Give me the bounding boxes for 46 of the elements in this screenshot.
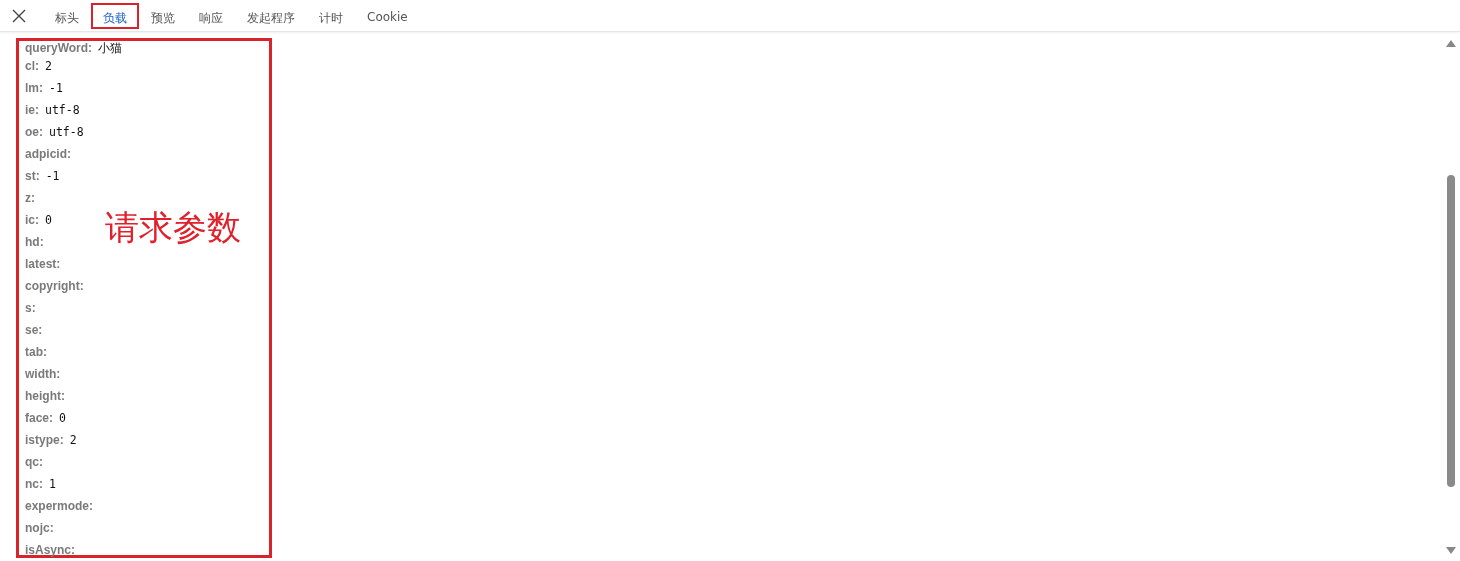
param-name: face: bbox=[25, 411, 53, 425]
param-name: st: bbox=[25, 169, 40, 183]
param-value: utf-8 bbox=[45, 103, 80, 117]
tab[interactable]: 负载 bbox=[91, 2, 139, 29]
annotation-label: 请求参数 bbox=[105, 207, 241, 247]
param-name: tab: bbox=[25, 345, 47, 359]
tab[interactable]: 标头 bbox=[43, 2, 91, 29]
param-name: hd: bbox=[25, 235, 44, 249]
tab[interactable]: 预览 bbox=[139, 2, 187, 29]
scroll-down-icon[interactable] bbox=[1446, 547, 1456, 554]
param-name: height: bbox=[25, 389, 65, 403]
param-name: qc: bbox=[25, 455, 43, 469]
param-name: istype: bbox=[25, 433, 64, 447]
param-name: latest: bbox=[25, 257, 61, 271]
param-name: nc: bbox=[25, 477, 43, 491]
param-name: ie: bbox=[25, 103, 39, 117]
param-name: width: bbox=[25, 367, 61, 381]
param-name: s: bbox=[25, 301, 36, 315]
param-name: nojc: bbox=[25, 521, 54, 535]
scrollbar-thumb[interactable] bbox=[1447, 175, 1455, 487]
param-name: adpicid: bbox=[25, 147, 71, 161]
param-name: isAsync: bbox=[25, 543, 76, 557]
param-value: -1 bbox=[45, 169, 60, 183]
param-value: 2 bbox=[69, 433, 77, 447]
param-name: copyright: bbox=[25, 279, 84, 293]
param-value: 0 bbox=[59, 411, 66, 425]
param-name: lm: bbox=[25, 81, 43, 95]
tab[interactable]: 响应 bbox=[187, 2, 235, 29]
param-value: 2 bbox=[45, 59, 52, 73]
tab[interactable]: Cookie bbox=[355, 2, 420, 29]
scroll-up-icon[interactable] bbox=[1446, 40, 1456, 47]
tab[interactable]: 计时 bbox=[307, 2, 355, 29]
param-name: queryWord: bbox=[25, 41, 93, 55]
param-name: z: bbox=[25, 191, 35, 205]
param-name: expermode: bbox=[25, 499, 94, 513]
tab[interactable]: 发起程序 bbox=[235, 2, 307, 29]
param-name: cl: bbox=[25, 59, 39, 73]
param-value: 小猫 bbox=[98, 40, 123, 56]
param-name: se: bbox=[25, 323, 43, 337]
close-icon[interactable] bbox=[11, 7, 27, 24]
param-value: 0 bbox=[45, 213, 52, 227]
param-name: oe: bbox=[25, 125, 43, 139]
param-value: -1 bbox=[49, 81, 63, 95]
param-value: utf-8 bbox=[49, 125, 84, 139]
param-value: 1 bbox=[49, 477, 56, 491]
param-name: ic: bbox=[25, 213, 39, 227]
